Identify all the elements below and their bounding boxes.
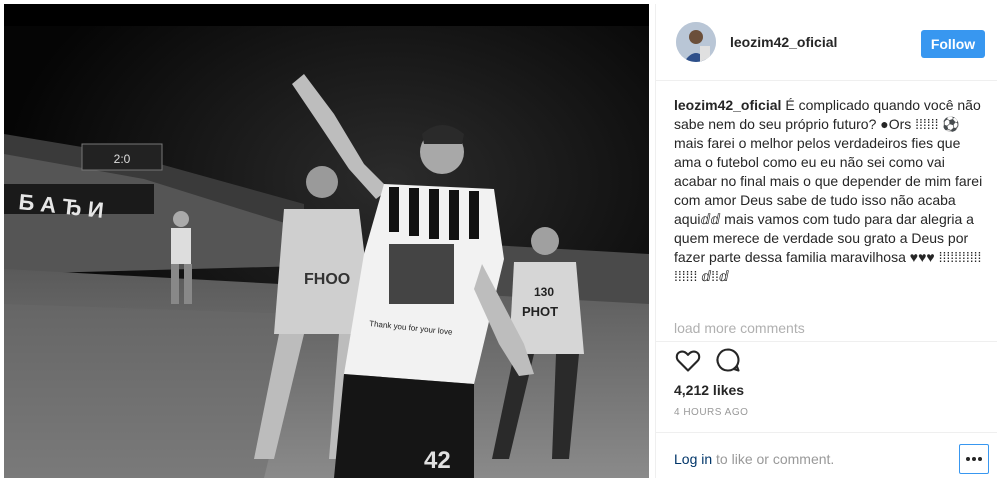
steward-left-vest-text: FHOO: [304, 271, 350, 288]
post-details-panel: leozim42_oficial Follow leozim42_oficial…: [655, 4, 997, 478]
post-timestamp[interactable]: 4 HOURS AGO: [674, 407, 748, 418]
heart-icon[interactable]: [674, 346, 702, 374]
header-username[interactable]: leozim42_oficial: [730, 34, 837, 50]
likes-count[interactable]: 4,212 likes: [674, 382, 744, 398]
divider: [656, 341, 997, 342]
caption-text: É complicado quando você não sabe nem do…: [674, 97, 983, 284]
post-photo[interactable]: 2:0 Б А Ђ И FHOO 130 PHOT Thank you for …: [4, 4, 649, 478]
load-more-comments-link[interactable]: load more comments: [674, 320, 805, 336]
more-options-button[interactable]: [959, 444, 989, 474]
post-header: leozim42_oficial Follow: [656, 4, 997, 81]
scoreboard-text: 2:0: [114, 152, 131, 166]
stadium-scene: 2:0 Б А Ђ И FHOO 130 PHOT Thank you for …: [4, 4, 649, 478]
instagram-post: 2:0 Б А Ђ И FHOO 130 PHOT Thank you for …: [0, 0, 1000, 484]
follow-button[interactable]: Follow: [921, 30, 985, 58]
steward-right-number: 130: [534, 285, 554, 299]
player-number: 42: [424, 447, 451, 474]
login-prompt: Log in to like or comment.: [674, 451, 834, 467]
ellipsis-icon: [966, 457, 982, 461]
avatar-image: [676, 22, 716, 62]
login-prompt-text: to like or comment.: [712, 451, 835, 467]
caption-block: leozim42_oficial É complicado quando você…: [674, 96, 989, 344]
caption-username[interactable]: leozim42_oficial: [674, 97, 781, 113]
avatar[interactable]: [676, 22, 716, 62]
login-link[interactable]: Log in: [674, 451, 712, 467]
steward-right-vest-text: PHOT: [522, 304, 558, 319]
action-bar: [674, 344, 874, 376]
divider: [656, 432, 997, 433]
comment-icon[interactable]: [714, 346, 742, 374]
